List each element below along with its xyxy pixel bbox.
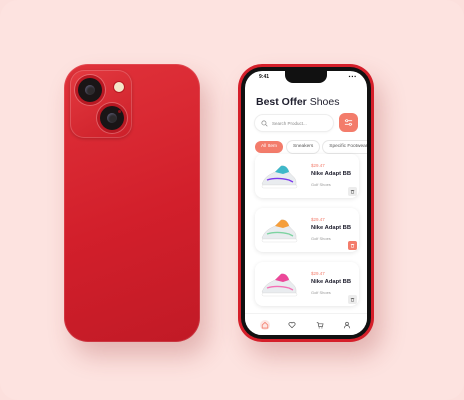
product-price: $29.47 xyxy=(311,163,325,168)
chip-all-item[interactable]: All Item xyxy=(255,141,283,153)
product-name: Nike Adapt BB xyxy=(311,171,352,177)
filter-icon xyxy=(344,119,353,126)
nav-favorites[interactable] xyxy=(287,320,297,330)
status-time: 9:41 xyxy=(259,74,270,80)
product-name: Nike Adapt BB xyxy=(311,225,352,231)
chip-specific-footwear[interactable]: Specific Footwear xyxy=(323,141,367,153)
trash-icon xyxy=(350,190,355,194)
home-icon xyxy=(261,321,268,328)
status-signal: ▪▪▪ xyxy=(348,74,357,80)
shoe-image xyxy=(261,165,298,189)
bottom-nav xyxy=(245,313,367,335)
product-name: Nike Adapt BB xyxy=(311,279,352,285)
camera-module xyxy=(70,70,132,138)
delete-button[interactable] xyxy=(348,187,357,196)
product-card[interactable]: $29.47 Nike Adapt BB Golf Shoes xyxy=(255,154,359,198)
product-category: Golf Shoes xyxy=(311,182,331,187)
title-rest: Shoes xyxy=(309,96,340,108)
trash-icon xyxy=(350,244,355,248)
trash-icon xyxy=(350,298,355,302)
phone-back xyxy=(64,64,200,342)
category-chips: All Item Sneakers Specific Footwear xyxy=(255,141,367,153)
product-price: $29.47 xyxy=(311,271,325,276)
title-bold: Best Offer xyxy=(256,96,307,108)
delete-button[interactable] xyxy=(348,241,357,250)
product-category: Golf Shoes xyxy=(311,236,331,241)
nav-cart[interactable] xyxy=(315,320,325,330)
page-title: Best Offer Shoes xyxy=(256,96,339,108)
product-card[interactable]: $29.47 Nike Adapt BB Golf Shoes xyxy=(255,208,359,252)
notch xyxy=(285,71,327,83)
nav-profile[interactable] xyxy=(342,320,352,330)
phone-front: 9:41 ▪▪▪ Best Offer Shoes Search Product… xyxy=(238,64,374,342)
delete-button[interactable] xyxy=(348,295,357,304)
product-category: Golf Shoes xyxy=(311,290,331,295)
shoe-image xyxy=(261,273,298,297)
product-price: $29.47 xyxy=(311,217,325,222)
search-input[interactable]: Search Product... xyxy=(255,115,333,131)
app-screen: 9:41 ▪▪▪ Best Offer Shoes Search Product… xyxy=(245,71,367,335)
microphone-dot xyxy=(118,110,121,113)
chip-sneakers[interactable]: Sneakers xyxy=(287,141,320,153)
product-card[interactable]: $29.47 Nike Adapt BB Golf Shoes xyxy=(255,262,359,306)
camera-lens-top xyxy=(78,78,102,102)
profile-icon xyxy=(344,321,351,328)
nav-home[interactable] xyxy=(259,319,270,330)
heart-icon xyxy=(288,321,296,328)
search-icon xyxy=(261,119,268,127)
filter-button[interactable] xyxy=(339,113,358,132)
flash-icon xyxy=(114,82,124,92)
cart-icon xyxy=(316,321,324,328)
search-placeholder: Search Product... xyxy=(272,120,307,126)
shoe-image xyxy=(261,219,298,243)
